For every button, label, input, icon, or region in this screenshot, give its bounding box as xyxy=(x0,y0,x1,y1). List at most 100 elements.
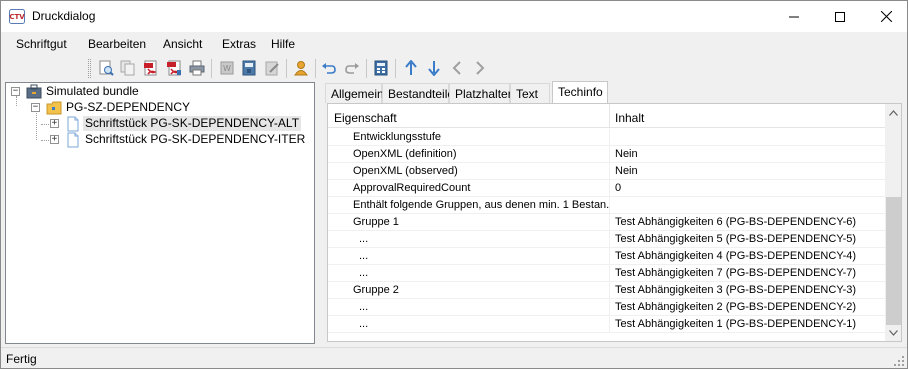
pdf-multi-button[interactable] xyxy=(164,58,184,78)
expand-toggle[interactable]: + xyxy=(50,119,59,128)
expand-toggle[interactable]: + xyxy=(50,135,59,144)
grid-row[interactable]: Enthält folgende Gruppen, aus denen min.… xyxy=(328,197,886,214)
document-icon xyxy=(67,132,79,148)
cell-divider xyxy=(609,146,610,163)
tree-node-label: Schriftstück PG-SK-DEPENDENCY-ITER xyxy=(85,132,306,146)
document-tree[interactable]: − Simulated bundle − PG-SZ-DEPENDENCY + … xyxy=(5,82,315,344)
toolbar-separator xyxy=(211,59,212,78)
tab-text[interactable]: Text xyxy=(510,83,550,103)
minimize-icon xyxy=(789,16,799,17)
cell-divider xyxy=(609,197,610,214)
vertical-scrollbar[interactable] xyxy=(885,104,901,341)
user-button[interactable] xyxy=(291,58,311,78)
cell-divider xyxy=(609,180,610,197)
column-header-property[interactable]: Eigenschaft xyxy=(334,111,397,125)
word-icon: W xyxy=(220,61,234,75)
undo-button[interactable] xyxy=(319,58,339,78)
toolbar: W xyxy=(1,56,907,81)
copy-button[interactable] xyxy=(118,58,138,78)
property-name: Entwicklungsstufe xyxy=(353,131,442,143)
grid-row[interactable]: ... Test Abhängigkeiten 5 (PG-BS-DEPENDEN… xyxy=(328,231,886,248)
grid-row[interactable]: OpenXML (observed) Nein xyxy=(328,163,886,180)
print-button[interactable] xyxy=(187,58,207,78)
scroll-up-button[interactable] xyxy=(885,104,901,121)
menu-bearbeiten[interactable]: Bearbeiten xyxy=(88,37,146,51)
collapse-toggle[interactable]: − xyxy=(11,87,20,96)
property-value: Test Abhängigkeiten 1 (PG-BS-DEPENDENCY-… xyxy=(615,318,857,330)
collapse-toggle[interactable]: − xyxy=(31,103,40,112)
maximize-button[interactable] xyxy=(817,1,863,32)
folder-icon xyxy=(46,101,62,115)
tab-strip: Allgemein Bestandteile Platzhalter Text … xyxy=(323,81,907,103)
arrow-down-icon xyxy=(428,61,440,76)
column-divider[interactable] xyxy=(609,104,610,128)
resize-grip-icon[interactable] xyxy=(893,355,905,367)
move-up-button[interactable] xyxy=(401,58,421,78)
calculator-button[interactable] xyxy=(371,58,391,78)
document-icon xyxy=(67,116,79,132)
tree-node-bundle[interactable]: − Simulated bundle xyxy=(6,84,306,100)
tab-platzhalter[interactable]: Platzhalter xyxy=(449,83,512,103)
menu-hilfe[interactable]: Hilfe xyxy=(271,37,295,51)
cell-divider xyxy=(609,214,610,231)
tree-node-document[interactable]: + Schriftstück PG-SK-DEPENDENCY-ALT xyxy=(6,116,306,132)
menu-schriftgut[interactable]: Schriftgut xyxy=(16,37,67,51)
property-value: Nein xyxy=(615,165,638,177)
property-value: Test Abhängigkeiten 5 (PG-BS-DEPENDENCY-… xyxy=(615,233,857,245)
tree-node-document[interactable]: + Schriftstück PG-SK-DEPENDENCY-ITER xyxy=(6,132,306,148)
cell-divider xyxy=(609,316,610,333)
tab-techinfo[interactable]: Techinfo xyxy=(552,81,608,103)
cell-divider xyxy=(609,163,610,180)
pdf-button[interactable] xyxy=(141,58,161,78)
grid-row[interactable]: Gruppe 2 Test Abhängigkeiten 3 (PG-BS-DEP… xyxy=(328,282,886,299)
grid-row[interactable]: ApprovalRequiredCount 0 xyxy=(328,180,886,197)
move-left-button[interactable] xyxy=(447,58,467,78)
property-name: Enthält folgende Gruppen, aus denen min.… xyxy=(353,199,609,211)
property-name: ... xyxy=(359,267,369,279)
property-value: Test Abhängigkeiten 6 (PG-BS-DEPENDENCY-… xyxy=(615,216,857,228)
title-bar[interactable]: CTV Druckdialog xyxy=(1,1,907,32)
property-value: Test Abhängigkeiten 7 (PG-BS-DEPENDENCY-… xyxy=(615,267,857,279)
grid-row[interactable]: Gruppe 1 Test Abhängigkeiten 6 (PG-BS-DEP… xyxy=(328,214,886,231)
grid-row[interactable]: OpenXML (definition) Nein xyxy=(328,146,886,163)
tree-node-label: PG-SZ-DEPENDENCY xyxy=(66,100,191,114)
property-name: ApprovalRequiredCount xyxy=(353,182,471,194)
menu-ansicht[interactable]: Ansicht xyxy=(163,37,202,51)
scroll-down-button[interactable] xyxy=(885,324,901,341)
property-name: OpenXML (definition) xyxy=(353,148,457,160)
tab-allgemein[interactable]: Allgemein xyxy=(325,83,384,103)
property-name: ... xyxy=(359,250,369,262)
pdf-multi-icon xyxy=(167,60,181,76)
menu-extras[interactable]: Extras xyxy=(222,37,256,51)
scrollbar-thumb[interactable] xyxy=(886,197,901,325)
grid-row[interactable]: ... Test Abhängigkeiten 1 (PG-BS-DEPENDEN… xyxy=(328,316,886,333)
archive-button[interactable] xyxy=(239,58,259,78)
cell-divider xyxy=(609,282,610,299)
undo-icon xyxy=(322,63,336,74)
user-icon xyxy=(294,61,308,76)
print-icon xyxy=(189,60,205,76)
tab-bestandteile[interactable]: Bestandteile xyxy=(382,83,454,103)
bundle-icon xyxy=(26,84,42,99)
word-button[interactable]: W xyxy=(217,58,237,78)
move-down-button[interactable] xyxy=(424,58,444,78)
redo-icon xyxy=(345,63,359,74)
minimize-button[interactable] xyxy=(771,1,817,32)
property-name: ... xyxy=(359,233,369,245)
redo-button[interactable] xyxy=(342,58,362,78)
grid-row[interactable]: ... Test Abhängigkeiten 7 (PG-BS-DEPENDEN… xyxy=(328,265,886,282)
close-icon xyxy=(880,11,892,22)
tree-node-label: Simulated bundle xyxy=(46,84,139,98)
grid-row[interactable]: ... Test Abhängigkeiten 2 (PG-BS-DEPENDEN… xyxy=(328,299,886,316)
move-right-button[interactable] xyxy=(470,58,490,78)
preview-button[interactable] xyxy=(96,58,116,78)
archive-icon xyxy=(242,60,256,76)
grid-row[interactable]: ... Test Abhängigkeiten 4 (PG-BS-DEPENDEN… xyxy=(328,248,886,265)
window-title: Druckdialog xyxy=(32,9,96,23)
toolbar-grip[interactable] xyxy=(88,59,91,78)
tree-node-group[interactable]: − PG-SZ-DEPENDENCY xyxy=(6,100,306,116)
edit-doc-button[interactable] xyxy=(262,58,282,78)
column-header-content[interactable]: Inhalt xyxy=(615,111,644,125)
grid-row[interactable]: Entwicklungsstufe xyxy=(328,129,886,146)
close-button[interactable] xyxy=(863,1,907,32)
